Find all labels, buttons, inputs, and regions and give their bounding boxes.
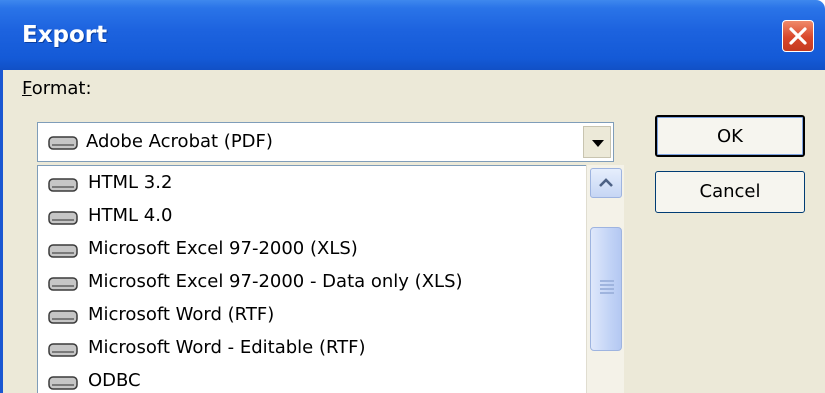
close-button[interactable] xyxy=(782,20,814,52)
list-item[interactable]: Microsoft Excel 97-2000 (XLS) xyxy=(38,234,586,267)
drive-icon xyxy=(48,136,78,150)
dialog-title: Export xyxy=(22,22,108,48)
list-item[interactable]: Microsoft Excel 97-2000 - Data only (XLS… xyxy=(38,267,586,300)
dropdown-button[interactable] xyxy=(583,126,611,158)
scroll-thumb[interactable] xyxy=(590,227,622,351)
drive-icon xyxy=(48,343,78,357)
format-dropdown-list[interactable]: HTML 3.2 HTML 4.0 Microsoft Excel 97-2000 … xyxy=(37,165,624,393)
grip-line xyxy=(600,284,614,286)
list-item[interactable]: ODBC xyxy=(38,366,586,393)
list-item-label: Microsoft Word (RTF) xyxy=(88,304,275,325)
scroll-up-button[interactable] xyxy=(590,168,622,198)
list-item-label: HTML 4.0 xyxy=(88,205,173,226)
drive-icon xyxy=(48,211,78,225)
title-bar[interactable]: Export xyxy=(0,0,825,70)
format-combobox[interactable]: Adobe Acrobat (PDF) xyxy=(37,122,614,162)
format-selected-value: Adobe Acrobat (PDF) xyxy=(86,131,273,152)
drive-icon xyxy=(48,244,78,258)
list-item-label: Microsoft Excel 97-2000 - Data only (XLS… xyxy=(88,271,463,292)
ok-button[interactable]: OK xyxy=(655,115,805,157)
grip-line xyxy=(600,292,614,294)
grip-line xyxy=(600,288,614,290)
window-frame xyxy=(0,70,3,393)
grip-line xyxy=(600,280,614,282)
list-scrollbar[interactable] xyxy=(586,165,624,393)
drive-icon xyxy=(48,376,78,390)
close-icon xyxy=(789,27,807,45)
cancel-button[interactable]: Cancel xyxy=(655,171,805,213)
list-item[interactable]: Microsoft Word (RTF) xyxy=(38,300,586,333)
list-item[interactable]: HTML 4.0 xyxy=(38,201,586,234)
list-item-label: Microsoft Word - Editable (RTF) xyxy=(88,337,366,358)
list-item-label: ODBC xyxy=(88,370,141,391)
export-dialog: Export Format: Adobe Acrobat (PDF) HTML … xyxy=(0,0,825,393)
chevron-down-icon xyxy=(592,140,604,147)
format-label-accel: F xyxy=(22,78,32,99)
list-item-label: HTML 3.2 xyxy=(88,172,173,193)
list-item[interactable]: Microsoft Word - Editable (RTF) xyxy=(38,333,586,366)
list-item-label: Microsoft Excel 97-2000 (XLS) xyxy=(88,238,358,259)
format-label: Format: xyxy=(22,78,92,99)
chevron-up-icon xyxy=(599,178,613,187)
drive-icon xyxy=(48,277,78,291)
format-label-rest: ormat: xyxy=(31,78,92,99)
list-item[interactable]: HTML 3.2 xyxy=(38,168,586,201)
drive-icon xyxy=(48,178,78,192)
drive-icon xyxy=(48,310,78,324)
